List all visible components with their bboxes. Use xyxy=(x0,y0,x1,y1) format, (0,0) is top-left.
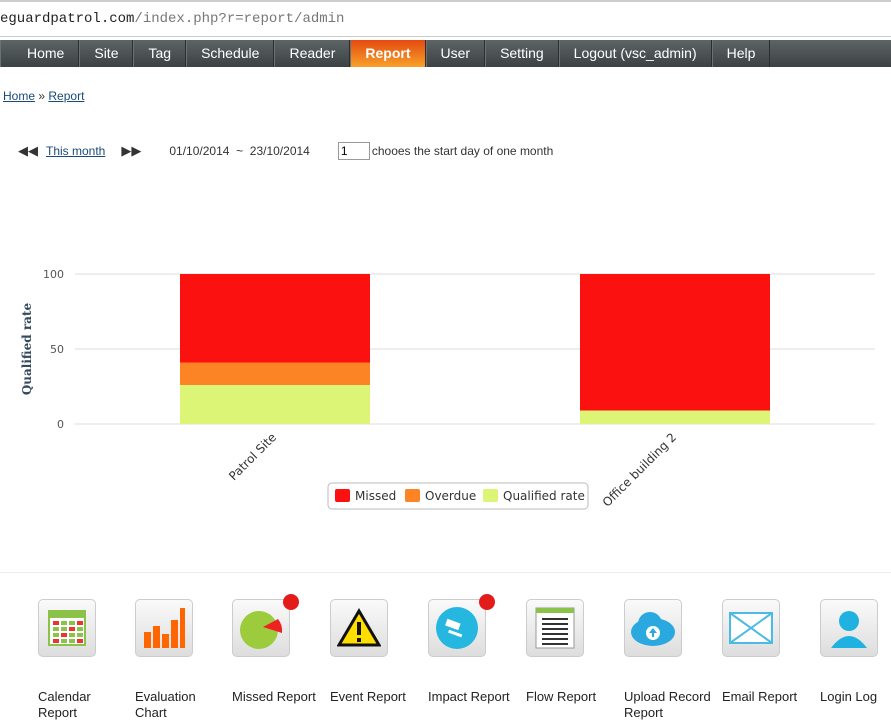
calendar-icon[interactable] xyxy=(38,599,96,657)
x-tick-label: Office building 2 xyxy=(600,430,679,509)
address-bar[interactable]: eguardpatrol.com/index.php?r=report/admi… xyxy=(0,0,891,37)
gavel-icon[interactable] xyxy=(428,594,495,657)
bar-missed[interactable] xyxy=(580,274,770,411)
breadcrumb-report[interactable]: Report xyxy=(48,89,84,103)
nav-setting[interactable]: Setting xyxy=(485,40,559,67)
report-label: Missed Report xyxy=(232,689,316,704)
bar-chart-icon[interactable] xyxy=(135,599,193,657)
report-missed-report[interactable]: Missed Report xyxy=(232,594,322,705)
legend-item[interactable]: Missed xyxy=(355,489,396,503)
url-path: /index.php?r=report/admin xyxy=(134,11,345,27)
report-event-report[interactable]: Event Report xyxy=(330,599,420,705)
start-day-input[interactable] xyxy=(337,142,370,160)
notification-badge xyxy=(479,594,495,610)
report-label: Flow Report xyxy=(526,689,597,704)
breadcrumb: Home » Report xyxy=(3,89,84,103)
nav-user[interactable]: User xyxy=(425,40,486,67)
legend-swatch xyxy=(405,489,420,502)
x-tick-label: Patrol Site xyxy=(226,430,279,483)
bar-qualified-rate[interactable] xyxy=(580,410,770,425)
bar-overdue[interactable] xyxy=(180,362,370,386)
user-icon[interactable] xyxy=(820,599,878,657)
nav-home[interactable]: Home xyxy=(0,40,80,67)
stacked-bar-chart: 0 50 100 Qualified rate Patrol Site Office bu… xyxy=(20,268,875,510)
envelope-icon[interactable] xyxy=(722,599,780,657)
report-evaluation-chart[interactable]: Evaluation Chart xyxy=(135,599,225,721)
nav-schedule[interactable]: Schedule xyxy=(186,40,275,67)
legend-swatch xyxy=(483,489,498,502)
start-day-label: chooes the start day of one month xyxy=(371,144,554,158)
nav-logout-vsc-admin-[interactable]: Logout (vsc_admin) xyxy=(558,40,712,67)
report-upload-record-report[interactable]: Upload Record Report xyxy=(624,599,714,721)
breadcrumb-home[interactable]: Home xyxy=(3,89,35,103)
breadcrumb-sep: » xyxy=(38,89,46,103)
report-email-report[interactable]: Email Report xyxy=(722,599,812,705)
report-label: Email Report xyxy=(722,689,798,704)
date-from: 01/10/2014 xyxy=(169,144,230,158)
legend-item[interactable]: Qualified rate xyxy=(503,489,585,503)
nav-reader[interactable]: Reader xyxy=(274,40,351,67)
notification-badge xyxy=(283,594,299,610)
report-label: Impact Report xyxy=(428,689,510,704)
y-axis-label: Qualified rate xyxy=(20,303,34,396)
report-label: Evaluation Chart xyxy=(135,689,196,720)
pie-chart-icon[interactable] xyxy=(232,594,299,657)
this-month-link[interactable]: This month xyxy=(46,144,105,158)
report-label: Login Log xyxy=(820,689,878,704)
report-calendar-report[interactable]: Calendar Report xyxy=(38,599,128,721)
nav-report[interactable]: Report xyxy=(350,40,426,67)
period-selector: ◀◀ This month ▶▶ 01/10/2014 ~ 23/10/2014… xyxy=(18,142,553,160)
date-tilde: ~ xyxy=(236,144,244,158)
y-tick-label: 100 xyxy=(43,268,64,281)
report-login-log[interactable]: Login Log xyxy=(820,599,891,705)
report-impact-report[interactable]: Impact Report xyxy=(428,594,518,705)
next-period-icon[interactable]: ▶▶ xyxy=(121,143,141,159)
report-label: Calendar Report xyxy=(38,689,91,720)
legend-swatch xyxy=(335,489,350,502)
main-nav: Home Site Tag Schedule Reader Report User Setti… xyxy=(0,40,891,67)
bar-missed[interactable] xyxy=(180,274,370,363)
cloud-upload-icon[interactable] xyxy=(624,599,682,657)
report-label: Upload Record Report xyxy=(624,689,711,720)
url-host: eguardpatrol.com xyxy=(0,11,135,27)
y-tick-label: 0 xyxy=(57,418,64,431)
date-to: 23/10/2014 xyxy=(249,144,310,158)
nav-tag[interactable]: Tag xyxy=(133,40,187,67)
bar-qualified-rate[interactable] xyxy=(180,385,370,424)
nav-site[interactable]: Site xyxy=(79,40,134,67)
prev-period-icon[interactable]: ◀◀ xyxy=(18,143,38,159)
list-icon[interactable] xyxy=(526,599,584,657)
report-flow-report[interactable]: Flow Report xyxy=(526,599,616,705)
report-label: Event Report xyxy=(330,689,406,704)
report-icons: Calendar Report Evaluation Chart Missed Re… xyxy=(0,572,891,725)
y-tick-label: 50 xyxy=(50,343,64,356)
warning-icon[interactable] xyxy=(330,599,388,657)
nav-help[interactable]: Help xyxy=(711,40,771,67)
legend-item[interactable]: Overdue xyxy=(425,489,476,503)
